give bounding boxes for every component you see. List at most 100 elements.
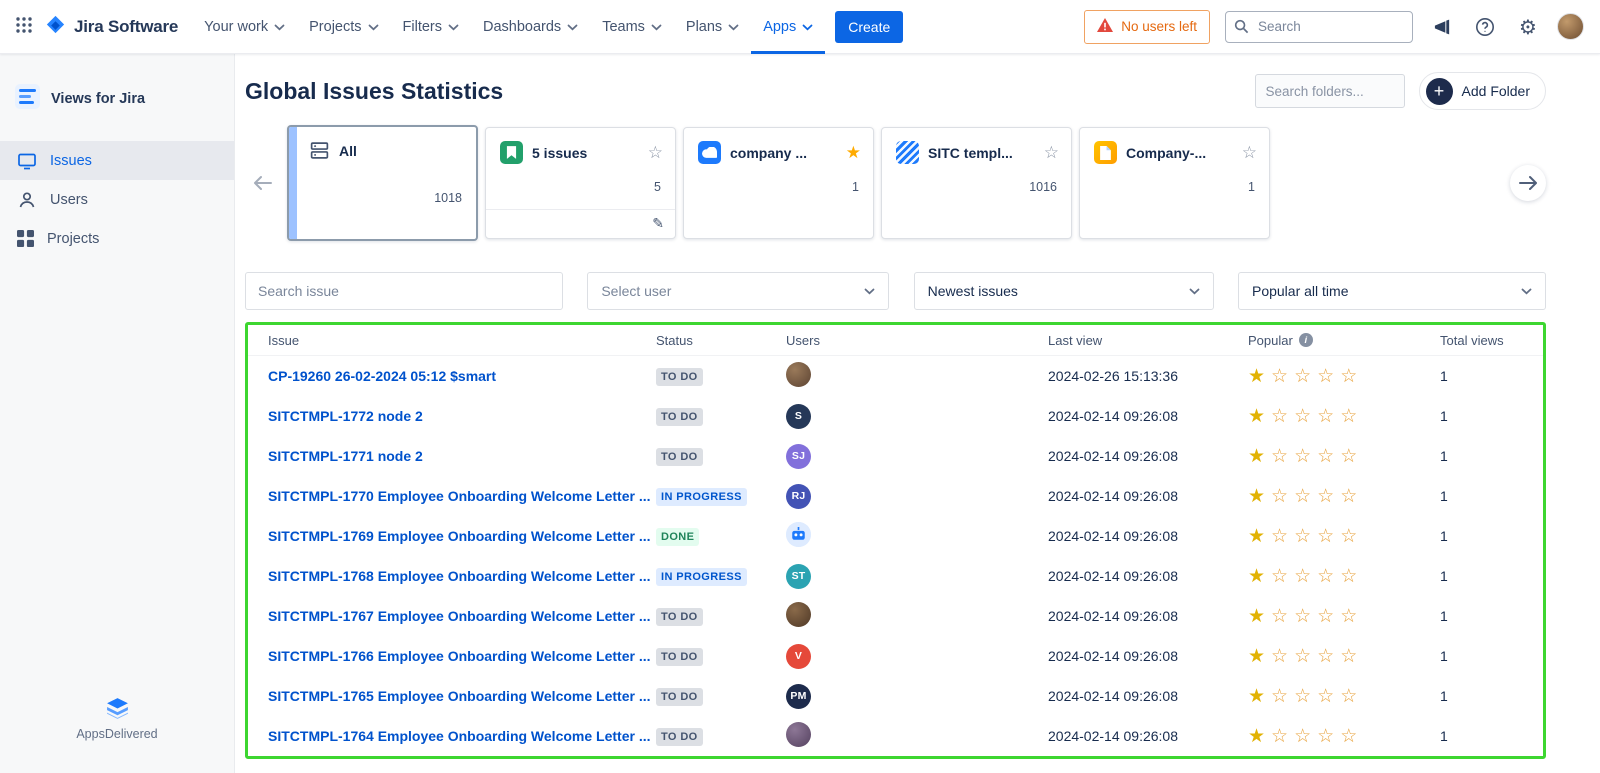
- star-icon[interactable]: ★: [1248, 685, 1265, 707]
- folder-card-5-issues[interactable]: 5 issues☆5✎: [485, 127, 676, 239]
- star-icon[interactable]: ☆: [1317, 565, 1334, 587]
- star-icon[interactable]: ★: [1248, 565, 1265, 587]
- nav-item-teams[interactable]: Teams: [590, 0, 674, 54]
- star-icon[interactable]: ★: [1248, 645, 1265, 667]
- app-switcher-button[interactable]: [8, 11, 40, 43]
- issue-link[interactable]: SITCTMPL-1767 Employee Onboarding Welcom…: [268, 608, 650, 624]
- star-icon[interactable]: ☆: [1271, 565, 1288, 587]
- help-icon[interactable]: [1471, 13, 1499, 41]
- issue-link[interactable]: SITCTMPL-1764 Employee Onboarding Welcom…: [268, 728, 650, 744]
- star-icon[interactable]: ☆: [1271, 365, 1288, 387]
- star-icon[interactable]: ☆: [1340, 405, 1357, 427]
- star-icon[interactable]: ☆: [1271, 725, 1288, 747]
- star-icon[interactable]: ☆: [1340, 605, 1357, 627]
- star-icon[interactable]: ☆: [1294, 605, 1311, 627]
- star-icon[interactable]: ☆: [1340, 365, 1357, 387]
- user-avatar[interactable]: ST: [786, 564, 811, 589]
- star-icon[interactable]: ★: [1248, 445, 1265, 467]
- user-avatar[interactable]: RJ: [786, 484, 811, 509]
- star-icon[interactable]: ☆: [1317, 525, 1334, 547]
- star-icon[interactable]: ★: [1248, 365, 1265, 387]
- star-icon[interactable]: ☆: [1271, 605, 1288, 627]
- star-icon[interactable]: ☆: [1271, 525, 1288, 547]
- star-icon[interactable]: ☆: [648, 143, 663, 163]
- user-profile-avatar[interactable]: [1557, 13, 1584, 40]
- search-folders-input[interactable]: [1255, 74, 1405, 108]
- search-input[interactable]: [1225, 11, 1413, 43]
- star-icon[interactable]: ☆: [1317, 685, 1334, 707]
- star-icon[interactable]: ★: [1248, 525, 1265, 547]
- nav-item-filters[interactable]: Filters: [391, 0, 471, 54]
- star-icon[interactable]: ☆: [1317, 365, 1334, 387]
- edit-icon[interactable]: ✎: [652, 216, 664, 232]
- star-icon[interactable]: ☆: [1317, 405, 1334, 427]
- star-icon[interactable]: ★: [1248, 485, 1265, 507]
- user-avatar[interactable]: PM: [786, 684, 811, 709]
- star-icon[interactable]: ★: [846, 143, 861, 163]
- star-icon[interactable]: ☆: [1242, 143, 1257, 163]
- sidebar-item-issues[interactable]: Issues: [0, 141, 234, 180]
- issue-link[interactable]: SITCTMPL-1771 node 2: [268, 448, 423, 464]
- folder-card-sitc-templ[interactable]: SITC templ...☆1016: [881, 127, 1072, 239]
- carousel-prev-button[interactable]: [245, 165, 281, 201]
- star-icon[interactable]: ☆: [1317, 605, 1334, 627]
- star-icon[interactable]: ☆: [1340, 685, 1357, 707]
- star-icon[interactable]: ☆: [1317, 725, 1334, 747]
- star-icon[interactable]: ☆: [1317, 485, 1334, 507]
- issue-link[interactable]: CP-19260 26-02-2024 05:12 $smart: [268, 368, 496, 384]
- star-icon[interactable]: ☆: [1271, 485, 1288, 507]
- info-icon[interactable]: i: [1299, 333, 1313, 347]
- user-avatar[interactable]: [786, 362, 811, 387]
- star-icon[interactable]: ☆: [1271, 445, 1288, 467]
- star-icon[interactable]: ☆: [1294, 565, 1311, 587]
- star-icon[interactable]: ☆: [1294, 645, 1311, 667]
- search-issue-input[interactable]: [245, 272, 563, 310]
- star-icon[interactable]: ☆: [1340, 445, 1357, 467]
- announcement-icon[interactable]: [1428, 13, 1456, 41]
- star-icon[interactable]: ☆: [1271, 405, 1288, 427]
- popular-range-select[interactable]: Popular all time: [1238, 272, 1546, 310]
- star-icon[interactable]: ★: [1248, 725, 1265, 747]
- star-icon[interactable]: ☆: [1294, 525, 1311, 547]
- nav-item-your-work[interactable]: Your work: [192, 0, 297, 54]
- user-avatar[interactable]: [786, 522, 811, 547]
- folder-card-company[interactable]: Company-...☆1: [1079, 127, 1270, 239]
- star-icon[interactable]: ☆: [1340, 725, 1357, 747]
- issue-link[interactable]: SITCTMPL-1766 Employee Onboarding Welcom…: [268, 648, 650, 664]
- star-icon[interactable]: ☆: [1044, 143, 1059, 163]
- carousel-next-button[interactable]: [1510, 165, 1546, 201]
- star-icon[interactable]: ☆: [1271, 645, 1288, 667]
- user-avatar[interactable]: V: [786, 644, 811, 669]
- nav-item-projects[interactable]: Projects: [297, 0, 390, 54]
- star-icon[interactable]: ☆: [1294, 445, 1311, 467]
- no-users-left-button[interactable]: No users left: [1084, 10, 1210, 44]
- star-icon[interactable]: ☆: [1340, 645, 1357, 667]
- user-avatar[interactable]: [786, 602, 811, 627]
- create-button[interactable]: Create: [835, 11, 903, 43]
- settings-gear-icon[interactable]: ⚙: [1514, 13, 1542, 41]
- star-icon[interactable]: ☆: [1294, 485, 1311, 507]
- star-icon[interactable]: ☆: [1340, 525, 1357, 547]
- issue-link[interactable]: SITCTMPL-1765 Employee Onboarding Welcom…: [268, 688, 650, 704]
- star-icon[interactable]: ☆: [1271, 685, 1288, 707]
- star-icon[interactable]: ☆: [1317, 445, 1334, 467]
- user-select[interactable]: Select user: [587, 272, 889, 310]
- star-icon[interactable]: ☆: [1340, 485, 1357, 507]
- star-icon[interactable]: ★: [1248, 605, 1265, 627]
- issue-link[interactable]: SITCTMPL-1772 node 2: [268, 408, 423, 424]
- sort-select[interactable]: Newest issues: [914, 272, 1214, 310]
- star-icon[interactable]: ☆: [1294, 685, 1311, 707]
- issue-link[interactable]: SITCTMPL-1768 Employee Onboarding Welcom…: [268, 568, 650, 584]
- user-avatar[interactable]: [786, 722, 811, 747]
- nav-item-dashboards[interactable]: Dashboards: [471, 0, 590, 54]
- sidebar-item-users[interactable]: Users: [0, 180, 234, 219]
- issue-link[interactable]: SITCTMPL-1770 Employee Onboarding Welcom…: [268, 488, 650, 504]
- user-avatar[interactable]: S: [786, 404, 811, 429]
- nav-item-plans[interactable]: Plans: [674, 0, 751, 54]
- star-icon[interactable]: ☆: [1294, 405, 1311, 427]
- add-folder-button[interactable]: + Add Folder: [1419, 72, 1546, 110]
- star-icon[interactable]: ☆: [1294, 725, 1311, 747]
- star-icon[interactable]: ☆: [1340, 565, 1357, 587]
- folder-card-company[interactable]: company ...★1: [683, 127, 874, 239]
- star-icon[interactable]: ☆: [1294, 365, 1311, 387]
